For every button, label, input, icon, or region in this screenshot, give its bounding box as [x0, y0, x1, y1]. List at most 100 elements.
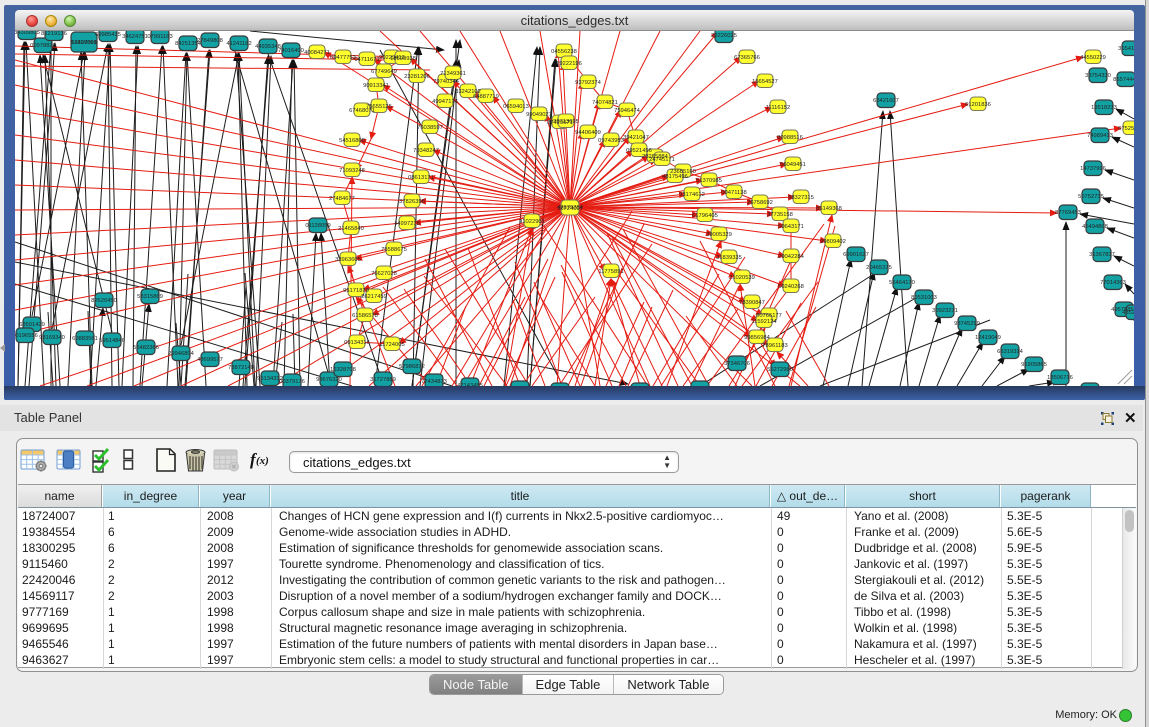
svg-text:69985435: 69985435	[95, 32, 121, 38]
svg-text:50643171: 50643171	[778, 224, 804, 230]
svg-text:99809402: 99809402	[820, 239, 846, 245]
svg-text:70348247: 70348247	[413, 148, 439, 154]
svg-text:69222196: 69222196	[556, 61, 582, 67]
svg-text:99049027: 99049027	[526, 112, 552, 118]
svg-text:01128059: 01128059	[305, 223, 330, 229]
svg-text:85574443: 85574443	[1113, 77, 1134, 83]
svg-text:54516808: 54516808	[339, 138, 365, 144]
svg-text:61201836: 61201836	[965, 102, 991, 108]
svg-text:36713695: 36713695	[553, 119, 579, 125]
svg-text:56482366: 56482366	[133, 345, 159, 351]
svg-text:31839335: 31839335	[716, 255, 742, 261]
svg-text:99856984: 99856984	[744, 335, 771, 341]
svg-text:34624751: 34624751	[122, 34, 148, 40]
svg-text:37735158: 37735158	[767, 212, 793, 218]
svg-text:30923271: 30923271	[932, 308, 958, 314]
svg-text:77014363: 77014363	[1100, 280, 1126, 286]
svg-text:04711671: 04711671	[354, 57, 379, 63]
svg-text:77434873: 77434873	[421, 379, 447, 385]
svg-text:26217459: 26217459	[361, 294, 387, 300]
svg-text:18506716: 18506716	[1047, 375, 1073, 381]
svg-text:06594013: 06594013	[503, 104, 529, 110]
svg-text:85149368: 85149368	[816, 206, 842, 212]
svg-text:48175496: 48175496	[662, 174, 688, 180]
svg-text:56464170: 56464170	[889, 280, 915, 286]
svg-text:39005329: 39005329	[706, 232, 732, 238]
svg-text:11724005: 11724005	[379, 342, 404, 348]
svg-text:33963605: 33963605	[335, 257, 361, 263]
svg-text:44935348: 44935348	[255, 44, 281, 50]
svg-text:81219136: 81219136	[41, 31, 67, 37]
svg-text:67525459: 67525459	[1118, 126, 1134, 132]
svg-text:78961183: 78961183	[762, 343, 787, 349]
svg-text:93792374: 93792374	[575, 80, 602, 86]
svg-text:71093248: 71093248	[339, 168, 365, 174]
svg-text:41241182: 41241182	[226, 41, 251, 47]
svg-text:09134316: 09134316	[344, 340, 370, 346]
svg-text:74074821: 74074821	[592, 100, 618, 106]
svg-text:18699938: 18699938	[390, 56, 416, 62]
svg-text:69901627: 69901627	[843, 252, 869, 258]
svg-text:31727889: 31727889	[370, 377, 396, 383]
svg-text:64887719: 64887719	[473, 94, 499, 100]
svg-text:57986872: 57986872	[399, 364, 425, 370]
svg-text:11116152: 11116152	[766, 105, 791, 111]
svg-text:74016400: 74016400	[278, 48, 304, 54]
svg-text:(x): (x)	[256, 455, 269, 467]
svg-text:91905865: 91905865	[1021, 362, 1047, 368]
svg-text:59514846: 59514846	[99, 338, 125, 344]
svg-text:93174612: 93174612	[679, 192, 705, 198]
svg-text:53315869: 53315869	[137, 294, 163, 300]
svg-text:18724007: 18724007	[557, 206, 583, 212]
svg-text:51370985: 51370985	[696, 178, 722, 184]
svg-text:67749649: 67749649	[371, 69, 397, 75]
svg-text:44997278: 44997278	[394, 221, 420, 227]
svg-text:00978820: 00978820	[30, 43, 56, 49]
svg-text:20465375: 20465375	[866, 265, 892, 271]
svg-text:82620450: 82620450	[91, 298, 117, 304]
svg-text:24745171: 24745171	[649, 157, 675, 163]
svg-text:29042284: 29042284	[778, 254, 805, 260]
svg-text:23281206: 23281206	[404, 74, 430, 80]
svg-text:43524082: 43524082	[1122, 310, 1134, 316]
svg-text:21020539: 21020539	[729, 275, 755, 281]
svg-text:13518233: 13518233	[1091, 105, 1117, 111]
svg-text:71349361: 71349361	[440, 71, 466, 77]
svg-text:49947174: 49947174	[432, 99, 459, 105]
svg-text:08613171: 08613171	[408, 175, 434, 181]
svg-text:76038597: 76038597	[417, 125, 443, 131]
svg-text:50752735: 50752735	[1078, 194, 1104, 200]
svg-text:31367837: 31367837	[1089, 252, 1115, 258]
svg-text:33754330: 33754330	[1085, 73, 1111, 79]
svg-text:93676320: 93676320	[316, 377, 342, 383]
svg-text:37826398: 37826398	[399, 199, 425, 205]
svg-text:09743953: 09743953	[598, 138, 624, 144]
svg-text:61796405: 61796405	[692, 213, 718, 219]
svg-text:40084271: 40084271	[304, 50, 330, 56]
svg-text:78390847: 78390847	[739, 300, 765, 306]
svg-text:67365766: 67365766	[734, 55, 760, 61]
svg-text:56272980: 56272980	[767, 367, 793, 373]
svg-text:11775891: 11775891	[598, 269, 623, 275]
svg-text:26758692: 26758692	[747, 200, 773, 206]
svg-text:75588675: 75588675	[381, 247, 407, 253]
svg-text:00471138: 00471138	[721, 190, 746, 196]
svg-text:34309805: 34309805	[15, 31, 40, 36]
svg-text:40196556: 40196556	[15, 333, 38, 339]
svg-text:93745299: 93745299	[954, 321, 980, 327]
svg-text:68501429: 68501429	[19, 322, 45, 328]
svg-text:56049451: 56049451	[780, 162, 806, 168]
svg-text:73872148: 73872148	[228, 365, 254, 371]
svg-text:60883561: 60883561	[72, 336, 98, 342]
svg-text:09477752: 09477752	[330, 55, 356, 61]
svg-text:29946804: 29946804	[168, 351, 195, 357]
svg-text:66319314: 66319314	[997, 349, 1024, 355]
svg-text:63421607: 63421607	[873, 98, 899, 104]
svg-text:50240268: 50240268	[778, 284, 804, 290]
svg-text:91022901: 91022901	[519, 219, 545, 225]
svg-text:16328708: 16328708	[330, 367, 356, 373]
svg-text:27484677: 27484677	[329, 196, 355, 202]
svg-text:52427868: 52427868	[71, 40, 97, 46]
svg-text:15654527: 15654527	[752, 79, 778, 85]
svg-text:11592124: 11592124	[751, 319, 777, 325]
